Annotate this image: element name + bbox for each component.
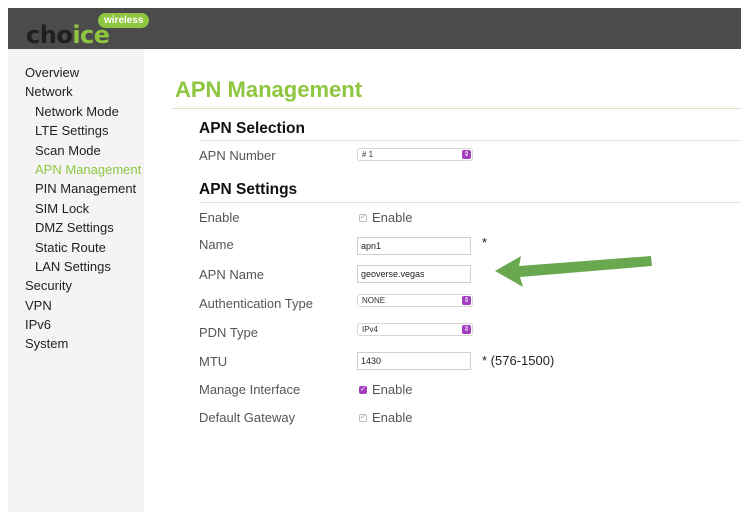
apn-name-label: APN Name — [199, 267, 265, 282]
auth-type-select[interactable]: NONE ⇕ — [357, 294, 473, 307]
enable-label: Enable — [199, 210, 240, 225]
manage-interface-checkbox[interactable]: ✓ Enable — [359, 382, 412, 397]
apn-number-value: # 1 — [362, 150, 374, 159]
sidebar-item-scan-mode[interactable]: Scan Mode — [25, 141, 141, 160]
sidebar-item-network-mode[interactable]: Network Mode — [25, 102, 141, 121]
check-icon: ✓ — [359, 385, 367, 394]
sidebar-item-lte-settings[interactable]: LTE Settings — [25, 121, 141, 140]
sidebar-item-ipv6[interactable]: IPv6 — [25, 315, 141, 334]
chevron-updown-icon: ⇕ — [462, 150, 471, 159]
sidebar-item-network[interactable]: Network — [25, 82, 141, 101]
name-required-mark: * — [482, 235, 488, 250]
apn-name-input[interactable]: geoverse.vegas — [357, 265, 471, 283]
check-icon: ✓ — [359, 413, 367, 422]
pdn-type-value: IPv4 — [362, 325, 379, 334]
sidebar-item-static-route[interactable]: Static Route — [25, 238, 141, 257]
check-icon: ✓ — [359, 213, 367, 222]
section-divider — [199, 140, 741, 141]
sidebar-item-apn-management[interactable]: APN Management — [25, 160, 141, 179]
name-input[interactable]: apn1 — [357, 237, 471, 255]
sidebar-item-pin-management[interactable]: PIN Management — [25, 179, 141, 198]
section-title-apn-settings: APN Settings — [199, 181, 298, 198]
manage-interface-checkbox-label: Enable — [372, 382, 413, 397]
mtu-range-hint: * (576-1500) — [482, 353, 555, 368]
chevron-updown-icon: ⇕ — [462, 296, 471, 305]
main-content: APN Management APN Selection APN Number … — [144, 49, 741, 512]
default-gateway-checkbox-label: Enable — [372, 410, 413, 425]
title-divider — [172, 108, 741, 109]
mtu-label: MTU — [199, 354, 228, 369]
page-title: APN Management — [175, 77, 363, 102]
section-divider — [199, 202, 741, 203]
logo-wordmark: choice — [26, 21, 110, 49]
enable-checkbox[interactable]: ✓ Enable — [359, 210, 412, 225]
section-title-apn-selection: APN Selection — [199, 120, 305, 137]
auth-type-value: NONE — [362, 296, 386, 305]
top-header: wireless choice — [8, 8, 741, 49]
auth-type-label: Authentication Type — [199, 296, 313, 311]
apn-number-label: APN Number — [199, 148, 276, 163]
default-gateway-label: Default Gateway — [199, 410, 296, 425]
apn-number-select[interactable]: # 1 ⇕ — [357, 148, 473, 161]
sidebar-item-lan-settings[interactable]: LAN Settings — [25, 257, 141, 276]
sidebar-item-sim-lock[interactable]: SIM Lock — [25, 199, 141, 218]
arrow-left-icon — [495, 256, 652, 287]
choice-wireless-logo[interactable]: wireless choice — [26, 11, 156, 47]
sidebar-item-security[interactable]: Security — [25, 276, 141, 295]
sidebar-nav: Overview Network Network Mode LTE Settin… — [25, 63, 141, 354]
sidebar-item-overview[interactable]: Overview — [25, 63, 141, 82]
sidebar-item-system[interactable]: System — [25, 334, 141, 353]
pdn-type-label: PDN Type — [199, 325, 259, 340]
manage-interface-label: Manage Interface — [199, 382, 301, 397]
enable-checkbox-label: Enable — [372, 210, 413, 225]
default-gateway-checkbox[interactable]: ✓ Enable — [359, 410, 412, 425]
chevron-updown-icon: ⇕ — [462, 325, 471, 334]
sidebar: Overview Network Network Mode LTE Settin… — [8, 49, 144, 512]
pdn-type-select[interactable]: IPv4 ⇕ — [357, 323, 473, 336]
sidebar-item-dmz-settings[interactable]: DMZ Settings — [25, 218, 141, 237]
sidebar-item-vpn[interactable]: VPN — [25, 296, 141, 315]
mtu-input[interactable]: 1430 — [357, 352, 471, 370]
name-label: Name — [199, 237, 234, 252]
